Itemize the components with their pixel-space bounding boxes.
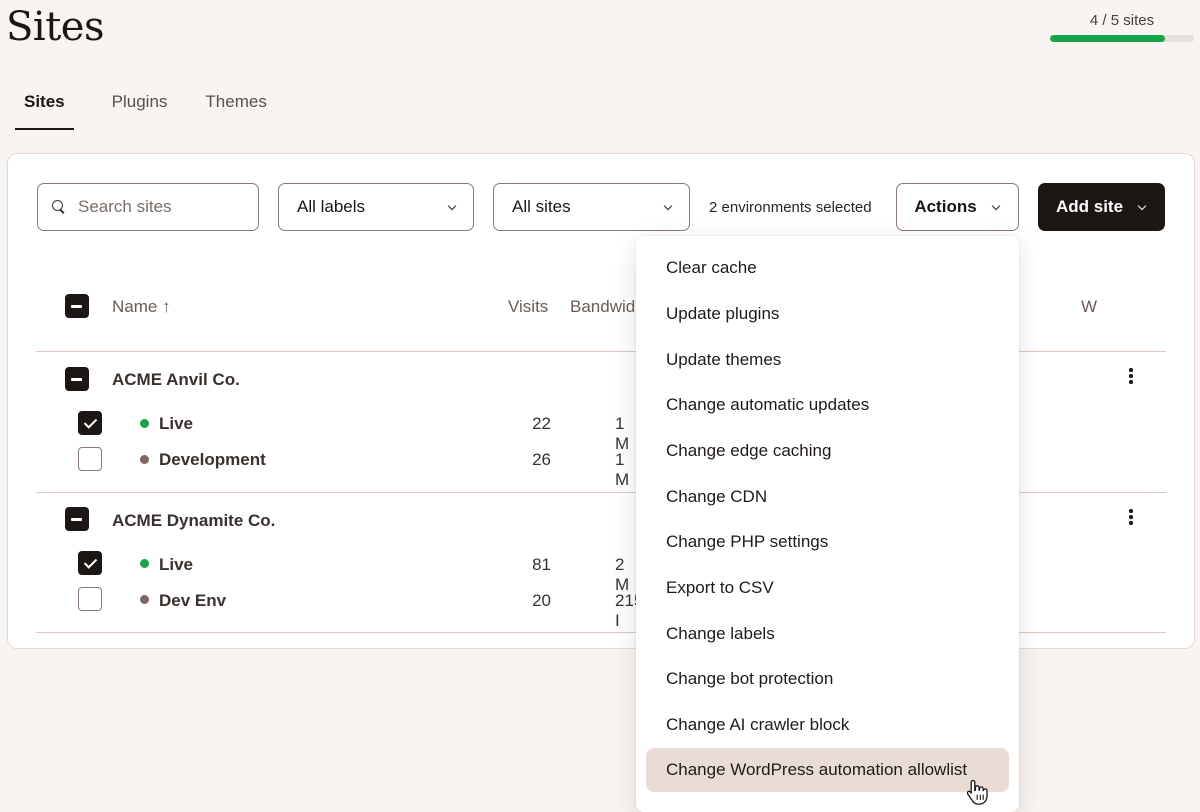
add-site-button[interactable]: Add site (1038, 183, 1165, 231)
search-input[interactable] (78, 197, 248, 217)
tab-sites[interactable]: Sites (15, 88, 74, 130)
status-dot-live (140, 419, 149, 428)
tab-plugins[interactable]: Plugins (112, 88, 168, 130)
quota-progress-bar (1050, 35, 1194, 42)
menu-item-change-ai-crawler-block[interactable]: Change AI crawler block (646, 703, 1009, 747)
environment-name[interactable]: Live (159, 555, 193, 575)
visits-value: 22 (532, 414, 551, 433)
status-dot-dev (140, 595, 149, 604)
menu-item-update-themes[interactable]: Update themes (646, 338, 1009, 382)
bandwidth-value: 1 M (615, 450, 630, 489)
group-name: ACME Dynamite Co. (112, 511, 276, 530)
labels-filter-value: All labels (297, 197, 366, 216)
column-header-w[interactable]: W (1081, 297, 1097, 317)
group-checkbox[interactable] (65, 507, 89, 531)
visits-value: 81 (532, 555, 551, 574)
environment-checkbox[interactable] (78, 447, 102, 471)
site-quota: 4 / 5 sites (1050, 12, 1194, 42)
actions-menu: Clear cache Update plugins Update themes… (636, 236, 1019, 812)
actions-button[interactable]: Actions (896, 183, 1019, 231)
environment-name[interactable]: Development (159, 450, 266, 470)
add-site-label: Add site (1055, 197, 1124, 216)
menu-item-change-labels[interactable]: Change labels (646, 612, 1009, 656)
menu-item-change-edge-caching[interactable]: Change edge caching (646, 429, 1009, 473)
menu-item-export-csv[interactable]: Export to CSV (646, 566, 1009, 610)
group-name: ACME Anvil Co. (112, 370, 240, 389)
environment-checkbox[interactable] (78, 411, 102, 435)
column-header-visits[interactable]: Visits (508, 297, 548, 317)
chevron-down-icon (663, 202, 673, 212)
bandwidth-value: 1 M (615, 414, 630, 453)
column-header-name[interactable]: Name ↑ (112, 297, 171, 317)
sites-filter-value: All sites (512, 197, 571, 216)
selection-status: 2 environments selected (709, 199, 872, 216)
bandwidth-value: 215 I (615, 591, 644, 630)
more-options-icon[interactable] (1124, 367, 1138, 387)
status-dot-dev (140, 455, 149, 464)
environment-name[interactable]: Dev Env (159, 591, 226, 611)
page-title: Sites (6, 4, 104, 50)
visits-value: 26 (532, 450, 551, 469)
chevron-down-icon (991, 202, 1001, 212)
environment-name[interactable]: Live (159, 414, 193, 434)
environment-checkbox[interactable] (78, 587, 102, 611)
environment-checkbox[interactable] (78, 551, 102, 575)
hand-pointer-icon (966, 779, 988, 805)
menu-item-change-php-settings[interactable]: Change PHP settings (646, 520, 1009, 564)
status-dot-live (140, 559, 149, 568)
menu-item-clear-cache[interactable]: Clear cache (646, 246, 1009, 290)
menu-item-change-cdn[interactable]: Change CDN (646, 475, 1009, 519)
column-header-bandwidth[interactable]: Bandwid (570, 297, 635, 317)
more-options-icon[interactable] (1124, 508, 1138, 528)
chevron-down-icon (1137, 202, 1147, 212)
quota-progress-fill (1050, 35, 1166, 42)
menu-item-change-bot-protection[interactable]: Change bot protection (646, 657, 1009, 701)
search-box[interactable] (37, 183, 259, 231)
menu-item-update-plugins[interactable]: Update plugins (646, 292, 1009, 336)
menu-item-change-wordpress-automation-allowlist[interactable]: Change WordPress automation allowlist (646, 748, 1009, 792)
bandwidth-value: 2 M (615, 555, 630, 594)
actions-button-label: Actions (914, 197, 977, 216)
tab-bar: Sites Plugins Themes (15, 88, 305, 130)
visits-value: 20 (532, 591, 551, 610)
quota-label: 4 / 5 sites (1089, 12, 1155, 29)
tab-themes[interactable]: Themes (205, 88, 266, 130)
labels-filter-dropdown[interactable]: All labels (278, 183, 474, 231)
search-icon (52, 200, 66, 214)
sites-filter-dropdown[interactable]: All sites (493, 183, 690, 231)
chevron-down-icon (447, 202, 457, 212)
select-all-checkbox[interactable] (65, 294, 89, 318)
group-checkbox[interactable] (65, 367, 89, 391)
menu-item-change-automatic-updates[interactable]: Change automatic updates (646, 383, 1009, 427)
